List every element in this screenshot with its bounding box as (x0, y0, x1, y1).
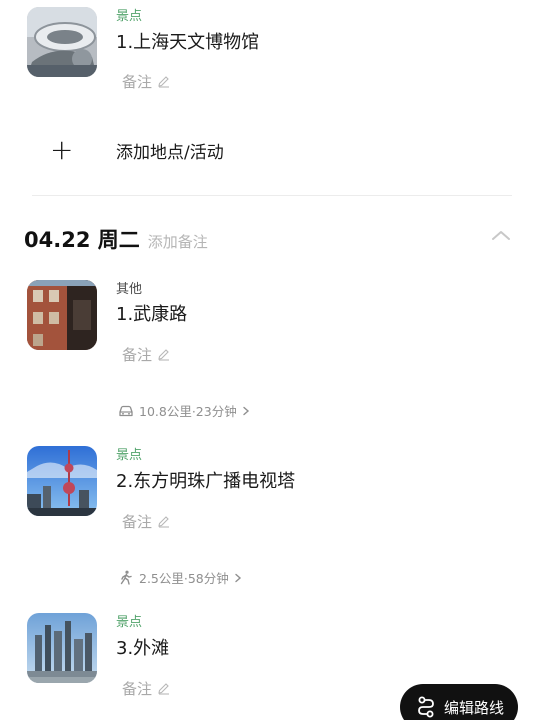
chevron-right-icon (243, 406, 249, 415)
note-button[interactable]: 备注 (116, 506, 178, 536)
place-thumbnail-wukang-road[interactable] (27, 280, 97, 350)
pencil-icon (158, 75, 170, 88)
note-button[interactable]: 备注 (116, 66, 178, 96)
pencil-icon (158, 515, 170, 528)
tower-photo (27, 446, 97, 516)
edit-route-button[interactable]: 编辑路线 (400, 684, 518, 720)
route-segment-walk[interactable]: 2.5公里·58分钟 (118, 568, 242, 587)
pencil-icon (158, 682, 170, 695)
day-date: 04.22 周二 (24, 228, 140, 252)
place-title[interactable]: 1.上海天文博物馆 (116, 32, 259, 54)
place-title[interactable]: 3.外滩 (116, 638, 169, 660)
note-button[interactable]: 备注 (116, 673, 178, 703)
place-title[interactable]: 1.武康路 (116, 304, 187, 326)
note-label: 备注 (122, 512, 153, 531)
add-place-button[interactable]: + 添加地点/活动 (50, 133, 224, 166)
add-place-label: 添加地点/活动 (116, 143, 224, 163)
plus-icon: + (50, 133, 74, 166)
place-thumbnail-the-bund[interactable] (27, 613, 97, 683)
route-segment-car[interactable]: 10.8公里·23分钟 (118, 401, 250, 420)
note-button[interactable]: 备注 (116, 339, 178, 369)
place-category: 景点 (116, 615, 143, 630)
chevron-up-icon[interactable] (490, 228, 512, 242)
divider (32, 195, 512, 196)
route-icon (418, 696, 434, 718)
skyline-photo (27, 613, 97, 683)
route-text: 10.8公里·23分钟 (139, 404, 237, 419)
place-thumbnail-astronomy-museum[interactable] (27, 7, 97, 77)
route-text: 2.5公里·58分钟 (139, 571, 229, 586)
place-category: 景点 (116, 448, 143, 463)
street-photo (27, 280, 97, 350)
note-label: 备注 (122, 679, 153, 698)
chevron-right-icon (235, 573, 241, 582)
note-label: 备注 (122, 72, 153, 91)
place-category: 其他 (116, 282, 143, 297)
edit-route-label: 编辑路线 (444, 698, 505, 717)
day-header: 04.22 周二 添加备注 (24, 224, 208, 254)
place-title[interactable]: 2.东方明珠广播电视塔 (116, 471, 295, 493)
walk-icon (120, 570, 132, 585)
pencil-icon (158, 348, 170, 361)
note-label: 备注 (122, 345, 153, 364)
place-thumbnail-oriental-pearl[interactable] (27, 446, 97, 516)
add-day-note-button[interactable]: 添加备注 (148, 231, 208, 252)
museum-photo (27, 7, 97, 77)
car-icon (119, 405, 133, 416)
place-category: 景点 (116, 9, 143, 24)
